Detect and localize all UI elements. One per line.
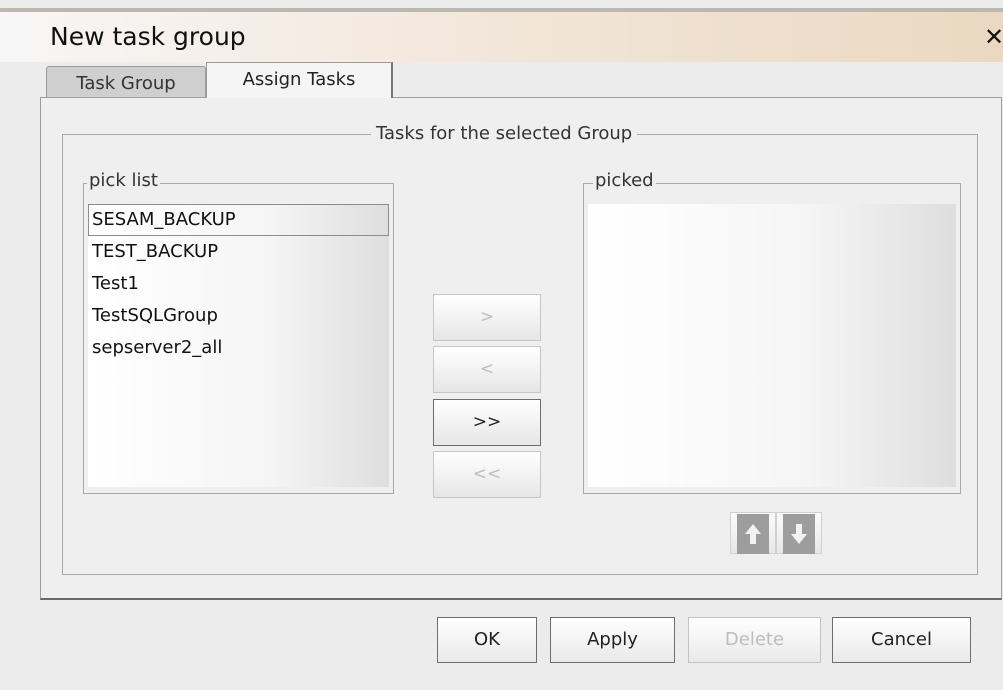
- window-title: New task group: [50, 22, 246, 51]
- arrow-down-icon: [783, 514, 815, 554]
- tasks-group-box: pick list SESAM_BACKUP TEST_BACKUP Test1…: [62, 134, 978, 575]
- picked-box: picked: [583, 170, 961, 494]
- list-item[interactable]: sepserver2_all: [88, 332, 389, 364]
- apply-button[interactable]: Apply: [550, 617, 675, 663]
- remove-button[interactable]: <: [433, 346, 541, 393]
- list-item[interactable]: Test1: [88, 268, 389, 300]
- group-title: Tasks for the selected Group: [371, 123, 638, 144]
- remove-all-button[interactable]: <<: [433, 451, 541, 498]
- pick-list[interactable]: SESAM_BACKUP TEST_BACKUP Test1 TestSQLGr…: [88, 204, 389, 487]
- picked-list[interactable]: [588, 204, 956, 487]
- close-icon[interactable]: ✕: [984, 22, 1003, 52]
- add-button[interactable]: >: [433, 294, 541, 341]
- add-all-button[interactable]: >>: [433, 399, 541, 446]
- pick-list-box: pick list SESAM_BACKUP TEST_BACKUP Test1…: [83, 170, 394, 494]
- tab-assign-tasks[interactable]: Assign Tasks: [206, 62, 393, 98]
- assign-tasks-panel: pick list SESAM_BACKUP TEST_BACKUP Test1…: [40, 97, 1002, 600]
- list-item[interactable]: TestSQLGroup: [88, 300, 389, 332]
- list-item[interactable]: TEST_BACKUP: [88, 236, 389, 268]
- list-item[interactable]: SESAM_BACKUP: [88, 204, 389, 236]
- picked-label: picked: [593, 170, 656, 191]
- tab-task-group[interactable]: Task Group: [46, 66, 206, 98]
- cancel-button[interactable]: Cancel: [832, 617, 971, 663]
- pick-list-label: pick list: [87, 170, 160, 191]
- ok-button[interactable]: OK: [437, 617, 537, 663]
- title-bar: New task group ✕: [0, 12, 1003, 62]
- move-up-button[interactable]: [730, 512, 776, 554]
- move-down-button[interactable]: [776, 512, 822, 554]
- arrow-up-icon: [737, 514, 769, 554]
- delete-button[interactable]: Delete: [688, 617, 821, 663]
